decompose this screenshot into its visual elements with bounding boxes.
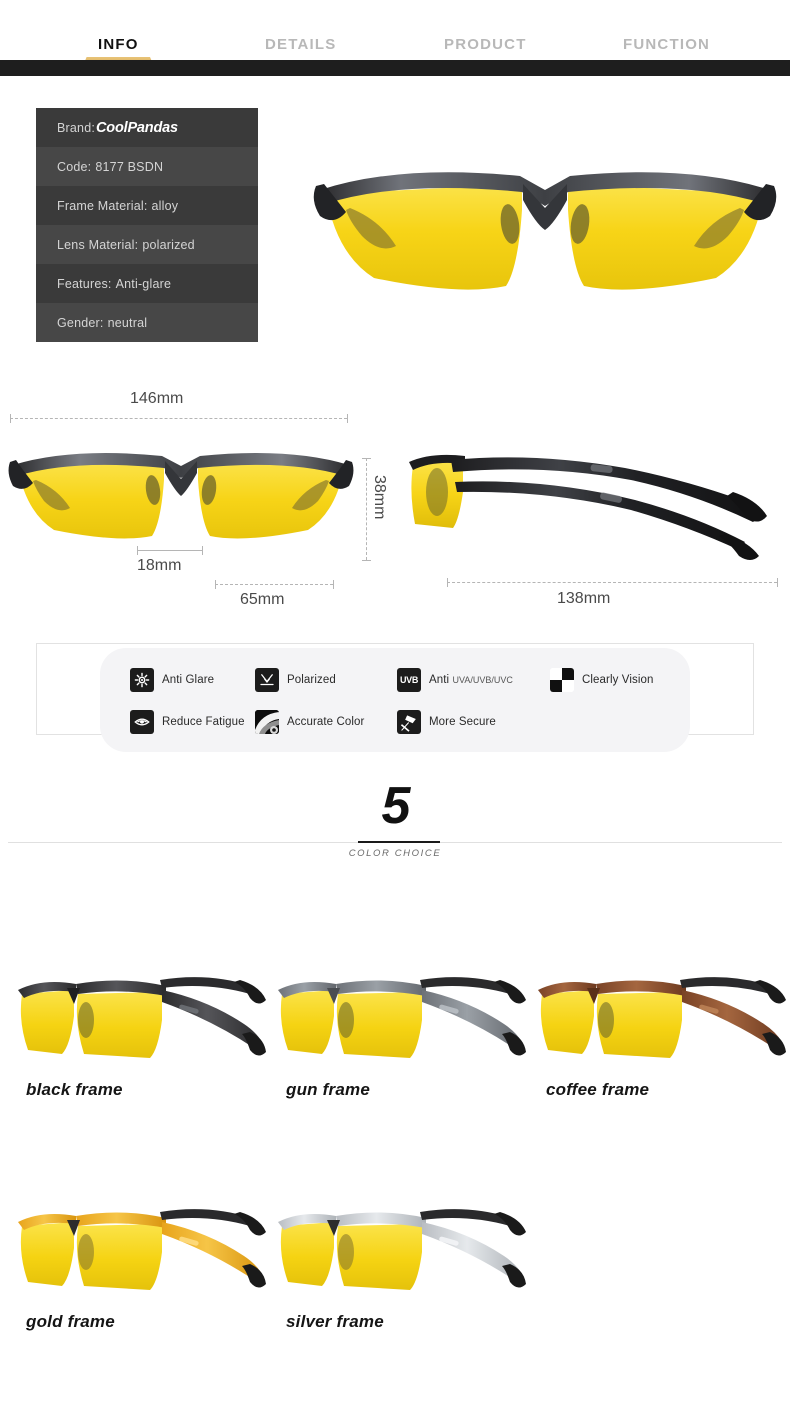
variant-gun-frame[interactable]: gun frame (272, 950, 527, 1125)
uvb-badge-text: UVB (399, 675, 419, 685)
feature-label-anti-glare: Anti Glare (162, 674, 215, 686)
spec-label-gender: Gender: (57, 315, 104, 330)
dim-line-bridge (137, 550, 202, 551)
dim-tick-temple-left (447, 578, 448, 587)
spec-label-features: Features: (57, 276, 112, 291)
tab-function-label: FUNCTION (623, 36, 711, 53)
spec-value-frame-material: alloy (151, 198, 179, 213)
hammer-icon (397, 710, 421, 734)
variant-gold-frame[interactable]: gold frame (12, 1182, 267, 1357)
dim-label-bridge: 18mm (137, 557, 182, 574)
hero-product-image-front (310, 150, 780, 315)
dim-line-front-width (10, 418, 347, 419)
feature-label-reduce-fatigue: Reduce Fatigue (162, 716, 245, 728)
tab-function[interactable]: FUNCTION (623, 36, 710, 53)
color-choice-heading: 5 COLOR CHOICE (0, 780, 790, 860)
top-navigation: INFO DETAILS PRODUCT FUNCTION (0, 0, 790, 76)
feature-label-anti-uv-main: Anti (429, 674, 453, 686)
spec-row-brand: Brand: CoolPandas (36, 108, 258, 147)
spec-label-lens-material: Lens Material: (57, 237, 139, 252)
dim-tick-bridge-left (137, 546, 138, 555)
sun-burst-icon (130, 668, 154, 692)
dimension-diagram-front: 146mm 18mm 65mm 38mm (0, 390, 390, 620)
variant-image-black (12, 950, 267, 1075)
variant-image-gun (272, 950, 527, 1075)
tab-product-label: PRODUCT (444, 36, 527, 53)
dim-tick-lens-left (215, 580, 216, 589)
dim-label-front-height: 38mm (371, 475, 388, 520)
feature-reduce-fatigue: Reduce Fatigue (130, 710, 245, 734)
tab-product[interactable]: PRODUCT (444, 36, 527, 53)
tab-info[interactable]: INFO (82, 36, 155, 67)
feature-anti-glare: Anti Glare (130, 668, 214, 692)
dim-line-lens-width (215, 584, 333, 585)
spec-row-features: Features: Anti-glare (36, 264, 258, 303)
feature-polarized: Polarized (255, 668, 336, 692)
dim-line-temple-length (447, 582, 777, 583)
variant-label-gun: gun frame (286, 1080, 370, 1099)
variant-black-frame[interactable]: black frame (12, 950, 267, 1125)
variant-image-coffee (532, 950, 787, 1075)
nav-tab-list: INFO DETAILS PRODUCT FUNCTION (0, 36, 790, 67)
spec-value-features: Anti-glare (115, 276, 172, 291)
spec-value-code: 8177 BSDN (95, 159, 164, 174)
variant-label-silver: silver frame (286, 1312, 384, 1331)
dim-tick-lens-right (333, 580, 334, 589)
variant-label-black: black frame (26, 1080, 123, 1099)
color-gradient-icon (255, 710, 279, 734)
variant-silver-frame[interactable]: silver frame (272, 1182, 527, 1357)
feature-more-secure: More Secure (397, 710, 496, 734)
spec-label-brand: Brand: (57, 120, 96, 135)
variant-coffee-frame[interactable]: coffee frame (532, 950, 787, 1125)
spec-value-gender: neutral (107, 315, 148, 330)
color-choice-rule-accent (358, 841, 440, 843)
spec-label-frame-material: Frame Material: (57, 198, 148, 213)
variant-image-silver (272, 1182, 527, 1307)
dim-label-lens-width: 65mm (240, 591, 285, 608)
tab-info-label: INFO (98, 36, 139, 53)
variant-image-gold (12, 1182, 267, 1307)
feature-label-anti-uv: Anti UVA/UVB/UVC (429, 674, 513, 686)
dim-tick-temple-right (777, 578, 778, 587)
dim-tick-left (10, 414, 11, 423)
dim-label-temple-length: 138mm (557, 590, 611, 607)
specification-table: Brand: CoolPandas Code: 8177 BSDN Frame … (36, 108, 258, 342)
variant-label-gold: gold frame (26, 1312, 115, 1331)
eye-icon (130, 710, 154, 734)
dim-tick-bridge-right (202, 546, 203, 555)
feature-label-polarized: Polarized (287, 674, 336, 686)
spec-row-frame-material: Frame Material: alloy (36, 186, 258, 225)
tab-details[interactable]: DETAILS (265, 36, 336, 53)
dimension-diagram-side: 138mm (395, 430, 790, 625)
spec-row-code: Code: 8177 BSDN (36, 147, 258, 186)
dim-line-front-height (366, 458, 367, 560)
color-choice-caption: COLOR CHOICE (348, 848, 442, 859)
feature-label-accurate-color: Accurate Color (287, 716, 365, 728)
feature-label-anti-uv-sub: UVA/UVB/UVC (452, 675, 513, 685)
feature-label-clearly-vision: Clearly Vision (582, 674, 654, 686)
variant-label-coffee: coffee frame (546, 1080, 650, 1099)
dim-label-front-width: 146mm (130, 390, 184, 407)
dim-tick-height-bottom (362, 560, 371, 561)
spec-row-lens-material: Lens Material: polarized (36, 225, 258, 264)
spec-label-code: Code: (57, 159, 92, 174)
nav-dark-bar (0, 60, 790, 76)
feature-clearly-vision: Clearly Vision (550, 668, 654, 692)
spec-value-lens-material: polarized (142, 237, 195, 252)
feature-panel: Anti Glare Polarized UVB Anti UVA/UVB/UV… (100, 648, 690, 752)
feature-accurate-color: Accurate Color (255, 710, 364, 734)
arrow-down-polarize-icon (255, 668, 279, 692)
dim-tick-height-top (362, 458, 371, 459)
spec-value-brand: CoolPandas (96, 119, 178, 136)
feature-anti-uv: UVB Anti UVA/UVB/UVC (397, 668, 513, 692)
color-choice-count: 5 (381, 777, 411, 835)
checkerboard-icon (550, 668, 574, 692)
uvb-badge-icon: UVB (397, 668, 421, 692)
feature-label-more-secure: More Secure (429, 716, 496, 728)
tab-details-label: DETAILS (265, 36, 337, 53)
spec-row-gender: Gender: neutral (36, 303, 258, 342)
dim-tick-right (347, 414, 348, 423)
